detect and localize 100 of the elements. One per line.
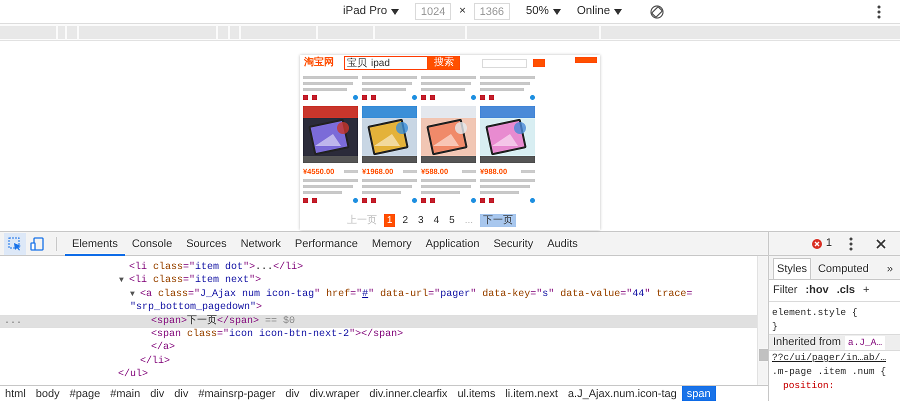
breadcrumb-item[interactable]: div xyxy=(280,386,304,401)
description-line xyxy=(480,76,535,79)
description-line xyxy=(303,88,347,91)
description-line xyxy=(362,88,406,91)
description-line xyxy=(480,191,518,194)
description-line xyxy=(421,185,470,188)
page-link[interactable]: 3 xyxy=(415,214,427,227)
more-tabs-button[interactable]: » xyxy=(884,258,896,279)
source-link[interactable]: ??c/ui/pager/in…ab/… xyxy=(769,351,900,365)
expand-toggle[interactable]: ▼ xyxy=(119,274,129,288)
description-line xyxy=(421,179,476,182)
breadcrumb-item[interactable]: div xyxy=(169,386,194,401)
dom-node[interactable]: "srp_bottom_pagedown"> xyxy=(130,302,262,314)
cursor-icon xyxy=(8,236,22,250)
styles-tab[interactable]: Styles xyxy=(773,258,811,279)
dom-node[interactable]: <a class="J_Ajax num icon-tag" href="#" data-url="pager" data-key="s" data-value="44" trace= xyxy=(140,288,692,300)
chat-icon[interactable] xyxy=(471,198,476,203)
caret-icon xyxy=(614,8,622,14)
description-line xyxy=(362,179,417,182)
caret-icon xyxy=(552,8,561,14)
inspect-button[interactable] xyxy=(4,232,26,254)
panel-tab[interactable]: Elements xyxy=(65,232,125,256)
breadcrumb-item[interactable]: body xyxy=(30,386,65,401)
panel-tab[interactable]: Performance xyxy=(288,232,365,256)
description-line xyxy=(303,82,352,85)
styles-tab[interactable]: Computed xyxy=(814,258,872,279)
breadcrumb-item[interactable]: div.wraper xyxy=(304,386,364,401)
chat-icon[interactable] xyxy=(530,198,535,203)
kebab-menu-icon xyxy=(849,236,853,250)
chat-icon[interactable] xyxy=(412,95,417,100)
description-line xyxy=(421,191,460,194)
page-link[interactable]: 4 xyxy=(430,214,442,227)
panel-tab[interactable]: Application xyxy=(418,232,486,256)
breadcrumb-item[interactable]: #mainsrp-pager xyxy=(193,386,280,401)
dom-node[interactable]: <span class="icon icon-btn-next-2"></span> xyxy=(151,329,404,340)
chat-icon[interactable] xyxy=(412,198,417,203)
inherited-link[interactable]: a.J_A… xyxy=(844,336,886,350)
description-line xyxy=(421,88,465,91)
chat-icon[interactable] xyxy=(471,95,476,100)
search-field[interactable]: 宝贝 ipad xyxy=(344,56,428,70)
css-selector: element.style { xyxy=(771,306,859,320)
closing-brace: } xyxy=(771,320,779,334)
panel-tab[interactable]: Audits xyxy=(540,232,585,256)
breadcrumb-item[interactable]: div xyxy=(145,386,170,401)
description-line xyxy=(362,185,412,188)
chat-icon[interactable] xyxy=(530,95,535,100)
description-line xyxy=(303,179,358,182)
panel-tab[interactable]: Memory xyxy=(364,232,419,256)
panel-tab[interactable]: Console xyxy=(124,232,180,256)
breadcrumb-item[interactable]: html xyxy=(0,386,31,401)
kebab-menu-icon xyxy=(877,4,881,18)
panel-tab[interactable]: Network xyxy=(234,232,288,256)
description-line xyxy=(303,185,352,188)
page-link[interactable]: 下一页 xyxy=(480,214,516,227)
panel-tab[interactable]: Security xyxy=(486,232,540,256)
zoom-dropdown[interactable]: 50% xyxy=(526,2,561,20)
panel-tab[interactable]: Sources xyxy=(179,232,234,256)
dom-node[interactable]: <li class="item dot">...</li> xyxy=(129,262,304,273)
device-icon xyxy=(30,236,44,250)
breadcrumb-item[interactable]: #page xyxy=(64,386,106,401)
breadcrumb-item[interactable]: li.item.next xyxy=(500,386,563,401)
chat-icon[interactable] xyxy=(353,95,358,100)
page-link[interactable]: 2 xyxy=(399,214,412,227)
css-selector: .m-page .item .num { xyxy=(771,365,888,379)
shop-search-field[interactable] xyxy=(482,58,527,68)
rotate-icon xyxy=(650,4,664,18)
network-dropdown[interactable]: Online xyxy=(576,2,622,20)
description-line xyxy=(362,191,400,194)
breadcrumb-item[interactable]: div.inner.clearfix xyxy=(364,386,452,401)
filter-field[interactable]: Filter xyxy=(773,282,798,299)
breadcrumb-item[interactable]: a.J_Ajax.num.icon-tag xyxy=(562,386,682,401)
description-line xyxy=(303,76,358,79)
class-toggle[interactable]: .cls xyxy=(836,282,856,299)
description-line xyxy=(480,88,524,91)
breadcrumb-item[interactable]: ul.items xyxy=(452,386,500,401)
description-line xyxy=(362,82,412,85)
inherited-label: Inherited from xyxy=(773,335,841,350)
caret-icon xyxy=(391,8,400,14)
hover-toggle[interactable]: :hov xyxy=(805,282,829,299)
page-link[interactable]: 5 xyxy=(446,214,458,227)
error-counter[interactable]: 1 xyxy=(812,235,832,252)
description-line xyxy=(421,76,476,79)
expand-toggle[interactable]: ▼ xyxy=(130,288,140,302)
chat-icon[interactable] xyxy=(353,198,358,203)
description-line xyxy=(362,76,417,79)
dom-node[interactable]: <span>下一页</span> == $0 xyxy=(151,316,296,327)
error-icon xyxy=(812,238,822,248)
breadcrumb-item[interactable]: span xyxy=(682,386,716,401)
dom-node[interactable]: </ul> xyxy=(118,369,148,380)
breadcrumb-item[interactable]: #main xyxy=(105,386,146,401)
dom-node[interactable]: </li> xyxy=(140,356,170,367)
scrollbar[interactable] xyxy=(757,256,768,385)
device-dropdown[interactable]: iPad Pro xyxy=(343,2,400,20)
dom-node[interactable]: </a> xyxy=(151,342,176,354)
description-line xyxy=(480,82,530,85)
dom-node[interactable]: <li class="item next"> xyxy=(129,275,262,286)
description-line xyxy=(421,82,470,85)
add-rule-button[interactable]: + xyxy=(863,282,870,299)
description-line xyxy=(303,191,342,194)
css-property: position: xyxy=(782,379,836,393)
